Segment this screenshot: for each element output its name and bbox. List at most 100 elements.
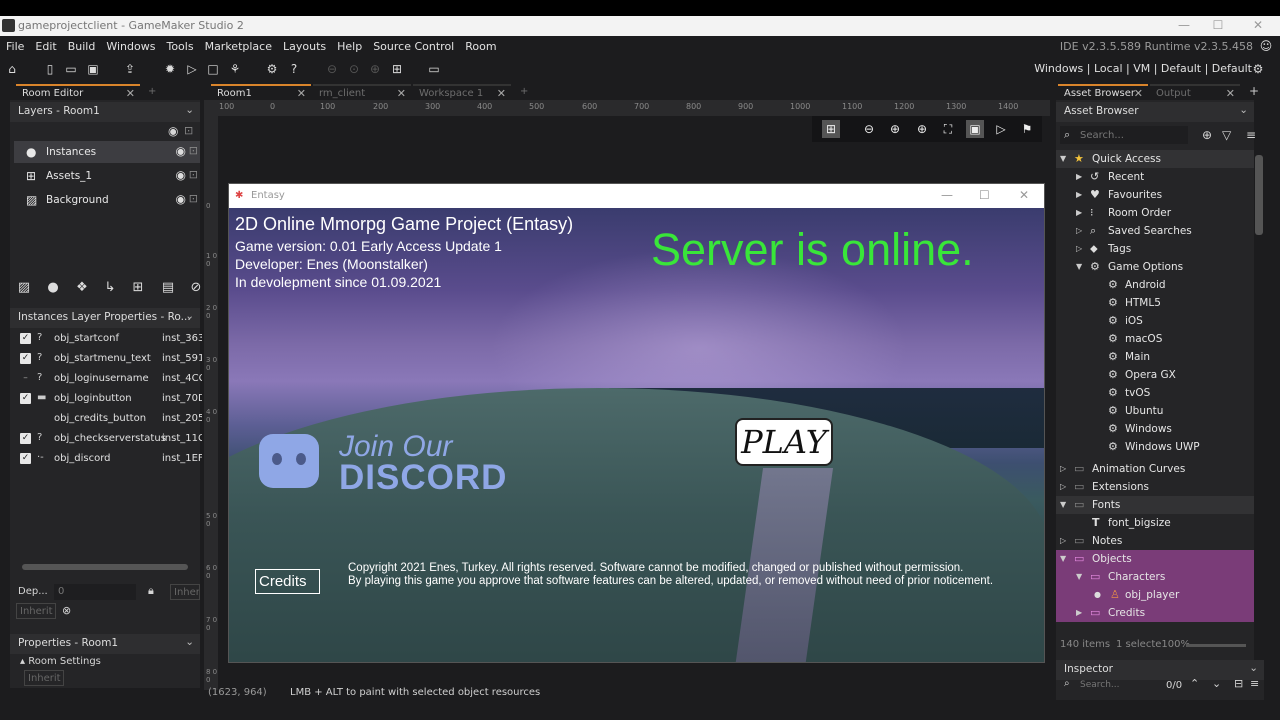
open-folder-icon[interactable]: ▭ bbox=[63, 61, 79, 77]
filter-icon[interactable]: ▽ bbox=[1222, 128, 1231, 142]
chevron-down-icon[interactable]: ⌄ bbox=[185, 636, 194, 648]
checkbox[interactable]: ✓ bbox=[20, 433, 31, 444]
add-instance-layer-icon[interactable]: ● bbox=[43, 278, 63, 298]
frame-icon[interactable]: ▣ bbox=[966, 120, 984, 138]
menu-layouts[interactable]: Layouts bbox=[277, 36, 331, 53]
eye-icon[interactable]: ◉ bbox=[168, 124, 178, 138]
close-icon[interactable]: ✕ bbox=[1226, 87, 1235, 100]
run-icon[interactable]: ▷ bbox=[184, 61, 200, 77]
instance-row[interactable]: –? obj_loginusername inst_4CC bbox=[14, 369, 202, 389]
lock-icon[interactable]: ⊡ bbox=[189, 192, 198, 205]
add-path-layer-icon[interactable]: ↳ bbox=[100, 278, 120, 298]
lock-icon[interactable]: ⊡ bbox=[189, 168, 198, 181]
instances-header[interactable]: Instances Layer Properties - Ro... ⌄ bbox=[10, 308, 200, 328]
menu-build[interactable]: Build bbox=[62, 36, 101, 53]
tree-obj-player[interactable]: ● ♙ obj_player bbox=[1056, 586, 1254, 604]
expand-icon[interactable]: ▼ bbox=[1060, 500, 1066, 509]
tree-extensions[interactable]: ▷ ▭ Extensions bbox=[1056, 478, 1254, 496]
target-selector[interactable]: Windows | Local | VM | Default | Default bbox=[1034, 62, 1252, 75]
inspector-search-input[interactable]: Search... bbox=[1080, 680, 1120, 690]
eye-icon[interactable]: ◉ bbox=[176, 192, 186, 206]
expand-icon[interactable]: ▷ bbox=[1060, 482, 1066, 491]
chevron-down-icon[interactable]: ⌄ bbox=[1239, 104, 1248, 116]
layer-background[interactable]: ▨ Background ◉ ⊡ bbox=[14, 189, 200, 211]
tree-quick-access[interactable]: ▼ ★ Quick Access bbox=[1056, 150, 1254, 168]
package-icon[interactable]: ⇪ bbox=[122, 61, 138, 77]
account-icon[interactable]: ☺ bbox=[1258, 38, 1274, 54]
inspector-header[interactable]: Inspector ⌄ bbox=[1056, 660, 1264, 680]
expand-icon[interactable]: ▼ bbox=[1060, 154, 1066, 163]
new-file-icon[interactable]: ▯ bbox=[42, 61, 58, 77]
tree-objects[interactable]: ▼ ▭ Objects bbox=[1056, 550, 1254, 568]
chevron-down-icon[interactable]: ⌄ bbox=[1212, 677, 1221, 690]
tree-credits[interactable]: ▶ ▭ Credits bbox=[1056, 604, 1254, 622]
expand-icon[interactable]: ▷ bbox=[1076, 244, 1082, 253]
discord-button[interactable]: Join Our DISCORD bbox=[259, 430, 519, 500]
vertical-scrollbar[interactable] bbox=[1255, 155, 1263, 235]
expand-icon[interactable]: ▷ bbox=[1060, 464, 1066, 473]
sequence-icon[interactable]: ⚑ bbox=[1018, 120, 1036, 138]
instance-row[interactable]: obj_credits_button inst_205 bbox=[14, 409, 202, 429]
add-doc-tab-button[interactable]: + bbox=[514, 84, 532, 100]
close-icon[interactable]: ✕ bbox=[397, 87, 406, 100]
instance-row[interactable]: ✓ ·- obj_discord inst_1EF bbox=[14, 449, 202, 469]
monitor-icon[interactable]: ▭ bbox=[426, 61, 442, 77]
close-icon[interactable]: ✕ bbox=[1134, 87, 1143, 100]
tree-game-options[interactable]: ▼ ⚙ Game Options bbox=[1056, 258, 1254, 276]
menu-icon[interactable]: ≡ bbox=[1246, 128, 1256, 142]
checkbox[interactable]: – bbox=[20, 373, 31, 384]
tree-option-windows-uwp[interactable]: ⚙ Windows UWP bbox=[1056, 438, 1254, 456]
horizontal-scrollbar[interactable] bbox=[22, 564, 188, 570]
settings-icon[interactable]: ⚙ bbox=[264, 61, 280, 77]
properties-inherit-button[interactable]: Inherit bbox=[24, 670, 64, 686]
chevron-down-icon[interactable]: ⌄ bbox=[185, 104, 194, 116]
tree-tags[interactable]: ▷ ⬥ Tags bbox=[1056, 240, 1254, 258]
expand-icon[interactable]: ▼ bbox=[1076, 572, 1082, 581]
play-icon[interactable]: ▷ bbox=[992, 120, 1010, 138]
tree-animation-curves[interactable]: ▷ ▭ Animation Curves bbox=[1056, 460, 1254, 478]
tree-option-ios[interactable]: ⚙ iOS bbox=[1056, 312, 1254, 330]
depth-input[interactable]: 0 bbox=[54, 584, 136, 600]
tree-characters[interactable]: ▼ ▭ Characters bbox=[1056, 568, 1254, 586]
add-tile-layer-icon[interactable]: ❖ bbox=[72, 278, 92, 298]
add-background-layer-icon[interactable]: ▨ bbox=[14, 278, 34, 298]
asset-search[interactable]: ⌕ Search... bbox=[1060, 126, 1188, 144]
zoom-in-icon[interactable]: ⊕ bbox=[886, 120, 904, 138]
tree-favourites[interactable]: ▶ ♥ Favourites bbox=[1056, 186, 1254, 204]
add-icon[interactable]: ⊕ bbox=[1202, 128, 1212, 142]
menu-tools[interactable]: Tools bbox=[160, 36, 198, 53]
tab-asset-browser[interactable]: Asset Browser ✕ bbox=[1058, 84, 1148, 100]
minimize-button[interactable]: — bbox=[941, 188, 953, 202]
lock-icon[interactable]: 🔒︎ bbox=[148, 584, 154, 598]
instance-row[interactable]: ✓? obj_startmenu_text inst_591 bbox=[14, 349, 202, 369]
close-icon[interactable]: ✕ bbox=[497, 87, 506, 100]
credits-button[interactable]: Credits bbox=[255, 569, 320, 594]
fit-view-icon[interactable]: ⛶ bbox=[939, 120, 957, 138]
checkbox[interactable]: ✓ bbox=[20, 453, 31, 464]
menu-windows[interactable]: Windows bbox=[100, 36, 160, 53]
debug-icon[interactable]: ✹ bbox=[162, 61, 178, 77]
menu-icon[interactable]: ≡ bbox=[1250, 677, 1259, 690]
grid-icon[interactable]: ⊞ bbox=[822, 120, 840, 138]
expand-icon[interactable]: ▶ bbox=[1076, 172, 1082, 181]
play-button[interactable]: PLAY bbox=[735, 418, 833, 466]
tree-option-windows[interactable]: ⚙ Windows bbox=[1056, 420, 1254, 438]
tree-font-bigsize[interactable]: Tfont_bigsize bbox=[1056, 514, 1254, 532]
tree-saved-searches[interactable]: ▷ ⌕ Saved Searches bbox=[1056, 222, 1254, 240]
layer-instances[interactable]: ● Instances ◉ ⊡ bbox=[14, 141, 200, 163]
zoom-reset-icon[interactable]: ⊙ bbox=[346, 61, 362, 77]
chevron-up-icon[interactable]: ⌃ bbox=[1190, 677, 1199, 690]
tree-option-macos[interactable]: ⚙ macOS bbox=[1056, 330, 1254, 348]
chevron-down-icon[interactable]: ⌄ bbox=[1249, 662, 1258, 674]
menu-help[interactable]: Help bbox=[331, 36, 367, 53]
tab-output[interactable]: Output ✕ bbox=[1150, 84, 1240, 100]
tree-option-ubuntu[interactable]: ⚙ Ubuntu bbox=[1056, 402, 1254, 420]
search-input[interactable]: Search... bbox=[1080, 130, 1124, 141]
checkbox[interactable]: ✓ bbox=[20, 353, 31, 364]
maximize-button[interactable]: ☐ bbox=[1198, 18, 1238, 32]
menu-source-control[interactable]: Source Control bbox=[367, 36, 459, 53]
room-settings-label[interactable]: ▴ Room Settings bbox=[20, 656, 101, 667]
tab-room-editor[interactable]: Room Editor ✕ bbox=[16, 84, 140, 100]
chevron-down-icon[interactable]: ⌄ bbox=[185, 310, 194, 322]
checkbox[interactable]: ✓ bbox=[20, 333, 31, 344]
